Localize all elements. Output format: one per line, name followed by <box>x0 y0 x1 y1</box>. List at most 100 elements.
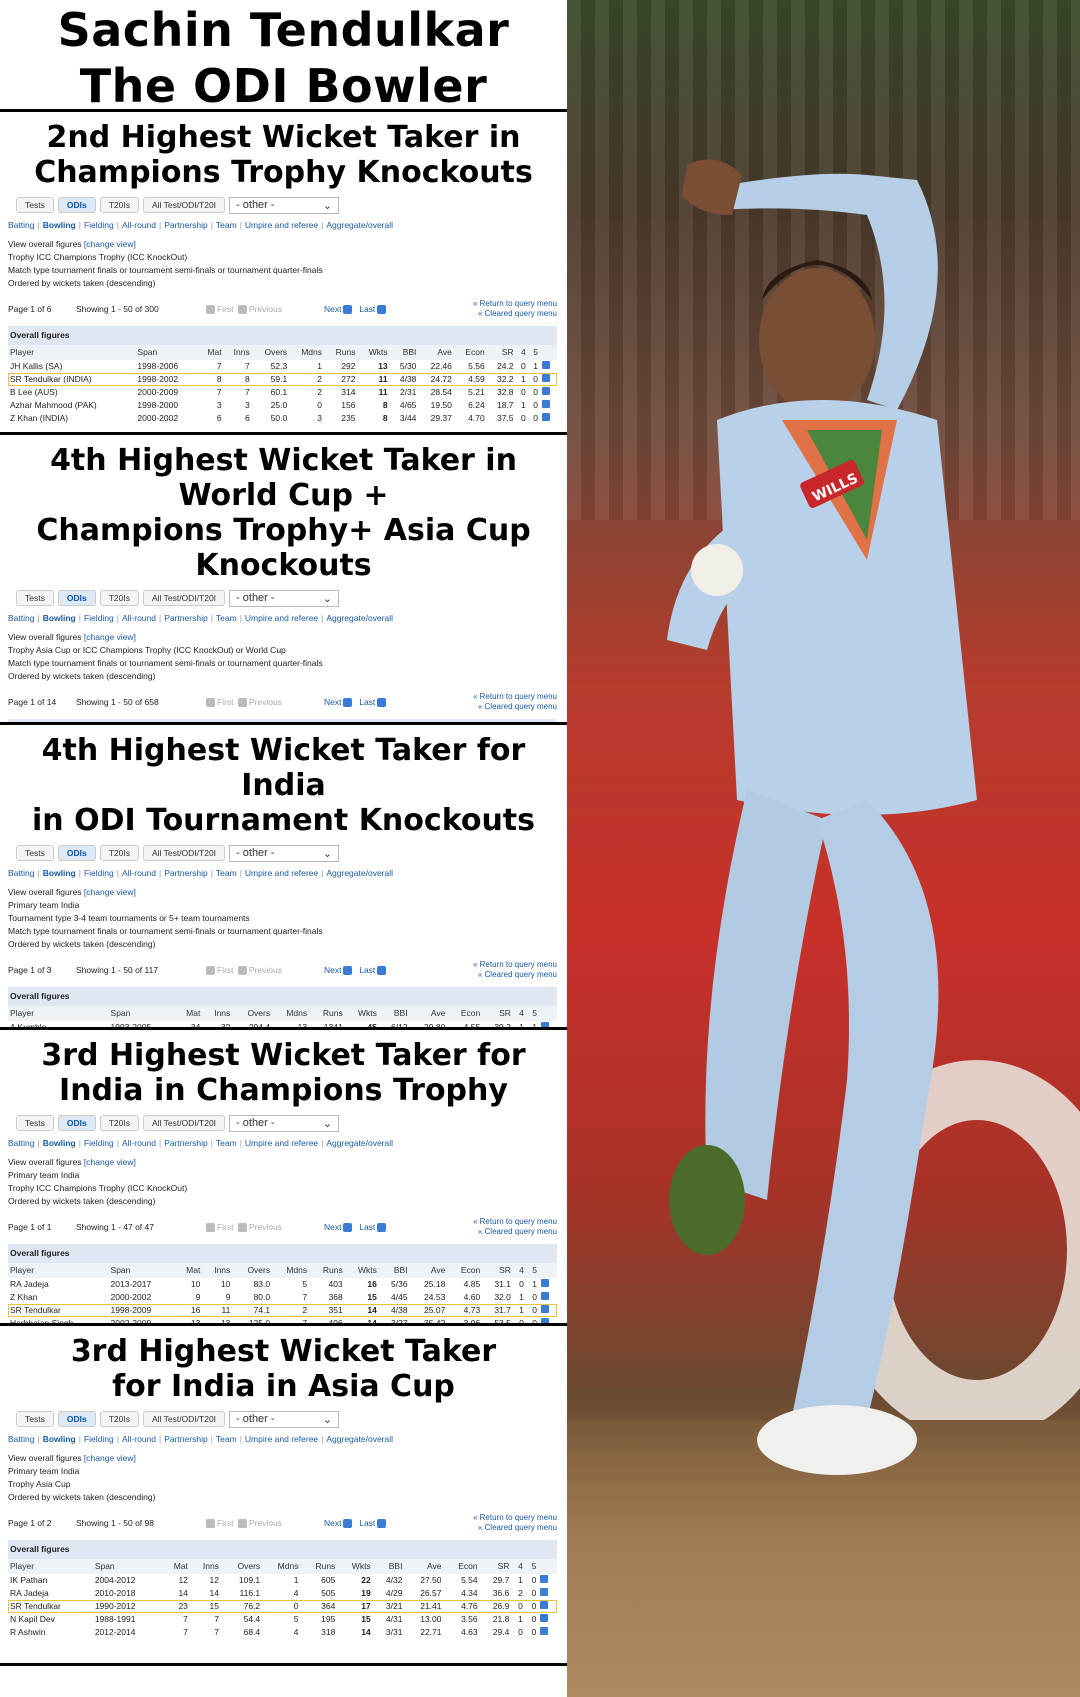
column-header[interactable]: Econ <box>443 1559 480 1574</box>
table-cell[interactable]: N Kapil Dev <box>8 1613 93 1626</box>
column-header[interactable]: Econ <box>447 1006 483 1021</box>
previous-link[interactable]: Previous <box>249 1518 282 1528</box>
table-cell[interactable]: JH Kallis (SA) <box>8 360 135 373</box>
tab-format[interactable]: All Test/ODI/T20I <box>142 197 226 213</box>
column-header[interactable]: 4 <box>515 345 528 360</box>
table-cell[interactable]: A Kumble <box>8 1021 109 1027</box>
nav-link[interactable]: Partnership <box>164 613 207 623</box>
nav-link[interactable]: All-round <box>122 1434 156 1444</box>
nav-link[interactable]: Team <box>216 1138 237 1148</box>
first-previous-links[interactable]: First Previous <box>204 965 324 976</box>
row-link[interactable] <box>540 412 557 425</box>
column-header[interactable]: Overs <box>232 1006 273 1021</box>
column-header[interactable]: SR <box>482 1263 513 1278</box>
column-header[interactable]: 5 <box>525 1006 539 1021</box>
nav-link[interactable]: Umpire and referee <box>245 1138 318 1148</box>
change-view-link[interactable]: [change view] <box>84 1157 136 1167</box>
first-previous-links[interactable]: First Previous <box>204 697 324 708</box>
query-menu-links[interactable]: « Return to query menu « Cleared query me… <box>412 692 557 712</box>
column-header[interactable]: Mat <box>175 1006 203 1021</box>
next-last-links[interactable]: Next Last <box>324 697 412 708</box>
nav-link[interactable]: Aggregate/overall <box>326 868 393 878</box>
nav-link[interactable]: All-round <box>122 868 156 878</box>
nav-link[interactable]: Batting <box>8 1138 34 1148</box>
row-link[interactable] <box>540 360 557 373</box>
query-menu-links[interactable]: « Return to query menu « Cleared query me… <box>412 1217 557 1237</box>
column-header[interactable]: BBI <box>389 345 419 360</box>
previous-link[interactable]: Previous <box>249 1222 282 1232</box>
previous-link[interactable]: Previous <box>249 965 282 975</box>
column-header[interactable]: Wkts <box>337 1559 373 1574</box>
column-header[interactable]: BBI <box>372 1559 405 1574</box>
column-header[interactable]: Mat <box>198 345 224 360</box>
table-cell[interactable]: IK Pathan <box>8 1574 93 1587</box>
column-header[interactable]: Inns <box>202 1006 233 1021</box>
table-cell[interactable]: SR Tendulkar <box>8 1304 109 1317</box>
tab-format[interactable]: Tests <box>16 845 54 861</box>
column-header[interactable]: Runs <box>300 1559 338 1574</box>
cleared-query-link[interactable]: « Cleared query menu <box>412 1227 557 1237</box>
column-header[interactable]: Wkts <box>344 1006 379 1021</box>
table-cell[interactable]: SR Tendulkar (INDIA) <box>8 373 135 386</box>
tab-format[interactable]: All Test/ODI/T20I <box>142 590 226 606</box>
nav-link[interactable]: Bowling <box>43 613 76 623</box>
nav-link[interactable]: Fielding <box>84 1434 114 1444</box>
tab-format[interactable]: T20Is <box>99 590 139 606</box>
previous-link[interactable]: Previous <box>249 304 282 314</box>
tab-format[interactable]: ODIs <box>57 1115 96 1131</box>
column-header[interactable]: Runs <box>309 1006 345 1021</box>
nav-link[interactable]: Batting <box>8 1434 34 1444</box>
first-link[interactable]: First <box>217 304 234 314</box>
nav-link[interactable]: All-round <box>122 613 156 623</box>
nav-link[interactable]: Aggregate/overall <box>326 220 393 230</box>
column-header[interactable]: BBI <box>378 1263 410 1278</box>
nav-link[interactable]: Bowling <box>43 868 76 878</box>
cleared-query-link[interactable]: « Cleared query menu <box>412 309 557 319</box>
column-header[interactable]: Mdns <box>272 1263 310 1278</box>
column-header[interactable]: Econ <box>453 345 487 360</box>
column-header[interactable]: 5 <box>527 345 541 360</box>
tab-format[interactable]: T20Is <box>99 845 139 861</box>
tab-format[interactable]: Tests <box>16 197 54 213</box>
return-query-link[interactable]: « Return to query menu <box>412 1217 557 1227</box>
last-link[interactable]: Last <box>359 304 375 314</box>
query-menu-links[interactable]: « Return to query menu « Cleared query me… <box>412 960 557 980</box>
return-query-link[interactable]: « Return to query menu <box>412 1513 557 1523</box>
cleared-query-link[interactable]: « Cleared query menu <box>412 702 557 712</box>
row-link[interactable] <box>540 373 557 386</box>
column-header[interactable]: Ave <box>409 1006 448 1021</box>
nav-link[interactable]: Fielding <box>84 220 114 230</box>
column-header[interactable]: Mdns <box>262 1559 301 1574</box>
first-previous-links[interactable]: First Previous <box>204 1518 324 1529</box>
next-last-links[interactable]: Next Last <box>324 1222 412 1233</box>
nav-link[interactable]: Batting <box>8 868 34 878</box>
nav-link[interactable]: Umpire and referee <box>245 220 318 230</box>
tab-format[interactable]: All Test/ODI/T20I <box>142 1411 226 1427</box>
tab-format[interactable]: T20Is <box>99 1411 139 1427</box>
column-header[interactable]: Mdns <box>289 345 324 360</box>
previous-link[interactable]: Previous <box>249 697 282 707</box>
next-link[interactable]: Next <box>324 1518 341 1528</box>
column-header[interactable]: Ave <box>409 1263 448 1278</box>
cleared-query-link[interactable]: « Cleared query menu <box>412 1523 557 1533</box>
column-header[interactable]: Span <box>108 1263 176 1278</box>
row-link[interactable] <box>539 1021 557 1027</box>
first-link[interactable]: First <box>217 697 234 707</box>
nav-link[interactable]: Bowling <box>43 1138 76 1148</box>
tab-format[interactable]: ODIs <box>57 590 96 606</box>
column-header[interactable]: Span <box>108 1006 176 1021</box>
row-link[interactable] <box>540 399 557 412</box>
column-header[interactable]: 5 <box>525 1263 539 1278</box>
column-header[interactable]: Player <box>8 1263 109 1278</box>
tab-format[interactable]: ODIs <box>57 1411 96 1427</box>
table-cell[interactable]: Harbhajan Singh <box>8 1317 109 1323</box>
other-format-select[interactable]: - other - ⌄ <box>229 1410 340 1428</box>
nav-link[interactable]: Aggregate/overall <box>326 613 393 623</box>
nav-link[interactable]: All-round <box>122 1138 156 1148</box>
tab-format[interactable]: Tests <box>16 1115 54 1131</box>
tab-format[interactable]: Tests <box>16 1411 54 1427</box>
query-menu-links[interactable]: « Return to query menu « Cleared query me… <box>412 1513 557 1533</box>
change-view-link[interactable]: [change view] <box>84 887 136 897</box>
table-cell[interactable]: R Ashwin <box>8 1626 93 1639</box>
nav-link[interactable]: All-round <box>122 220 156 230</box>
